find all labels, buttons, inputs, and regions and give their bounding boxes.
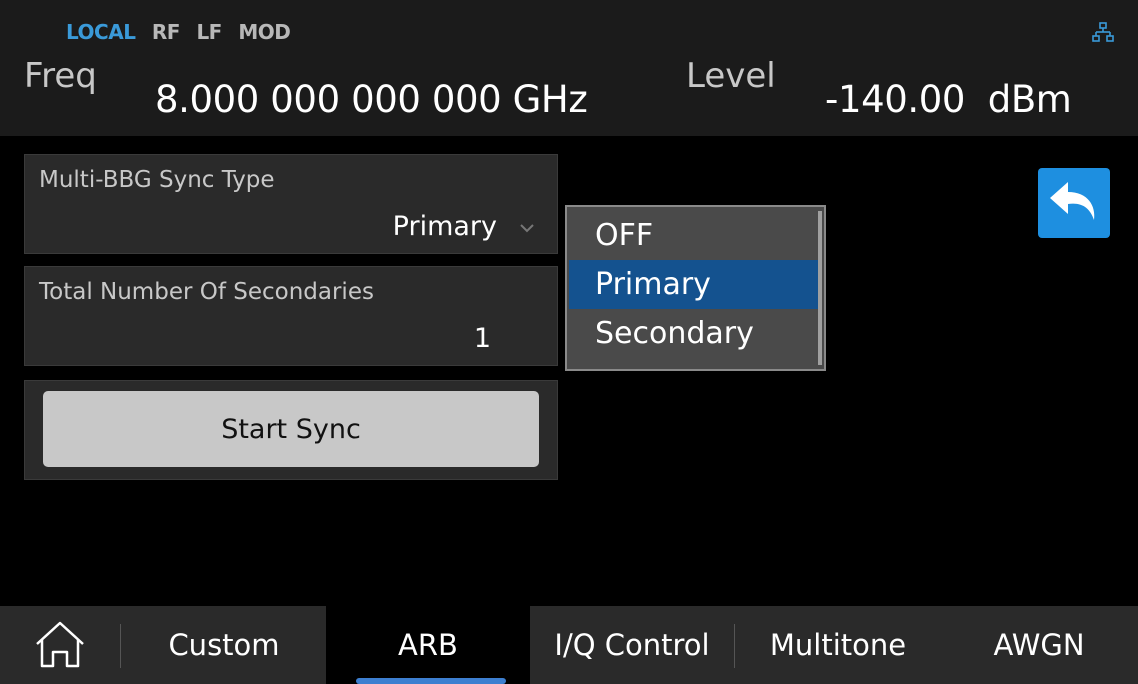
dropdown-options: OFF Primary Secondary xyxy=(569,211,820,358)
freq-label: Freq xyxy=(24,56,97,96)
dropdown-scrollbar[interactable] xyxy=(818,211,822,365)
sync-type-value: Primary xyxy=(392,211,497,242)
sync-type-label: Multi-BBG Sync Type xyxy=(39,167,275,193)
network-icon xyxy=(1092,22,1114,42)
back-button[interactable] xyxy=(1038,168,1110,238)
dropdown-option-off[interactable]: OFF xyxy=(569,211,820,260)
start-sync-button[interactable]: Start Sync xyxy=(43,391,539,467)
secondaries-field[interactable]: Total Number Of Secondaries 1 xyxy=(24,266,558,366)
status-local: LOCAL xyxy=(66,20,136,44)
status-rf: RF xyxy=(151,20,181,44)
status-lf: LF xyxy=(196,20,222,44)
secondaries-label: Total Number Of Secondaries xyxy=(39,279,374,305)
dropdown-option-secondary[interactable]: Secondary xyxy=(569,309,820,358)
tab-awgn[interactable]: AWGN xyxy=(940,606,1138,684)
chevron-down-icon xyxy=(520,224,534,233)
status-mod: MOD xyxy=(238,20,291,44)
secondaries-value: 1 xyxy=(473,323,491,354)
dropdown-option-primary[interactable]: Primary xyxy=(569,260,820,309)
level-value[interactable]: -140.00 dBm xyxy=(825,78,1072,121)
home-button[interactable] xyxy=(0,606,120,684)
level-label: Level xyxy=(686,56,776,96)
status-indicators: LOCAL RF LF MOD xyxy=(66,20,300,44)
home-icon xyxy=(36,621,84,668)
tab-iq-control[interactable]: I/Q Control xyxy=(530,606,734,684)
sync-type-field[interactable]: Multi-BBG Sync Type Primary xyxy=(24,154,558,254)
active-tab-indicator xyxy=(356,678,506,684)
bottom-nav: Custom ARB I/Q Control Multitone AWGN xyxy=(0,606,1138,684)
tab-arb[interactable]: ARB xyxy=(326,606,530,684)
header-bar: LOCAL RF LF MOD Freq 8.000 000 000 000 G… xyxy=(0,0,1138,136)
nav-divider xyxy=(120,624,121,668)
freq-value[interactable]: 8.000 000 000 000 GHz xyxy=(155,78,588,121)
tab-custom[interactable]: Custom xyxy=(122,606,326,684)
sync-type-dropdown[interactable]: OFF Primary Secondary xyxy=(565,205,826,371)
back-arrow-icon xyxy=(1050,182,1095,220)
start-sync-panel: Start Sync xyxy=(24,380,558,480)
tab-multitone[interactable]: Multitone xyxy=(736,606,940,684)
nav-divider xyxy=(734,624,735,668)
